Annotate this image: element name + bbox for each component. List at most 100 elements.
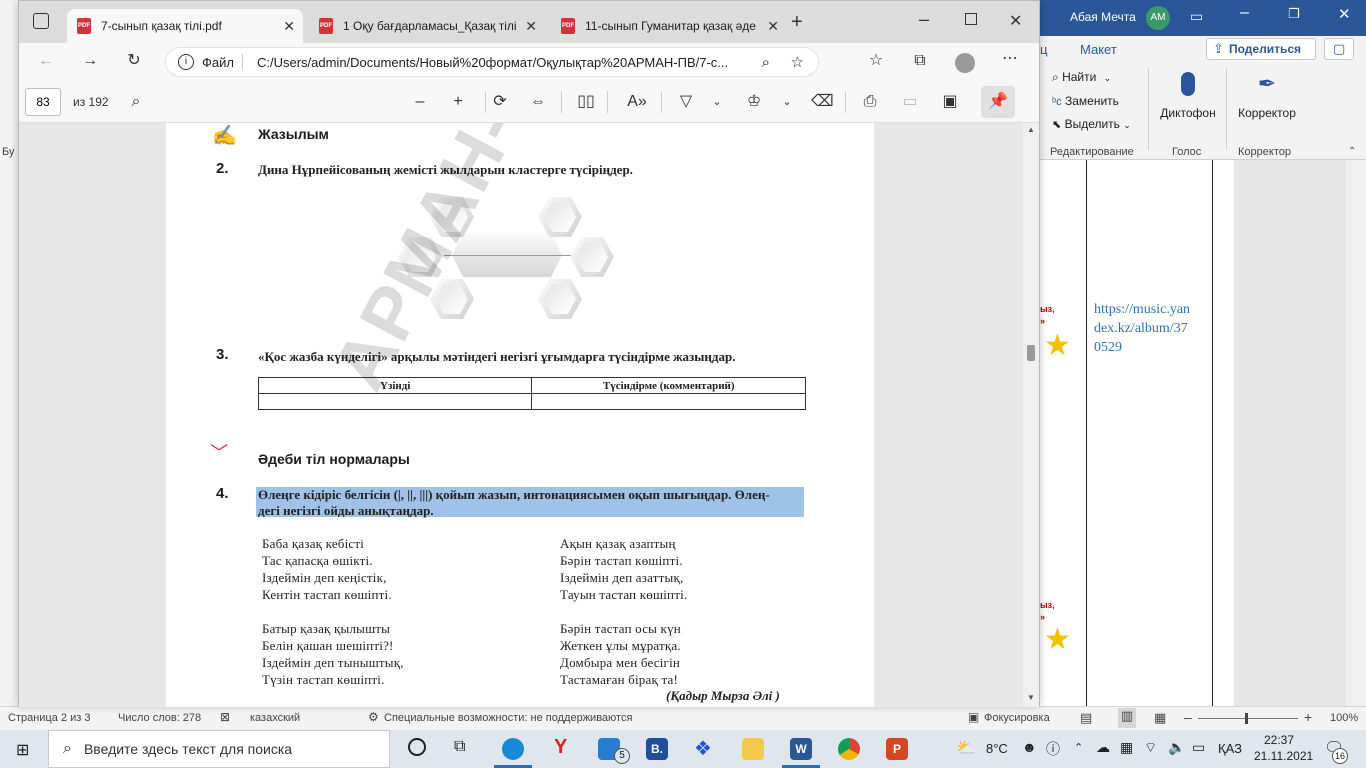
pin-toolbar-button[interactable]: 📌 bbox=[981, 86, 1015, 118]
cortana-icon[interactable] bbox=[408, 738, 426, 756]
new-tab-icon[interactable]: + bbox=[791, 11, 803, 34]
powerpoint-icon[interactable]: P bbox=[886, 738, 908, 760]
status-focus[interactable]: Фокусировка bbox=[984, 712, 1050, 724]
close-icon[interactable]: ✕ bbox=[525, 18, 537, 35]
status-language[interactable]: казахский bbox=[250, 712, 300, 724]
file-explorer-icon[interactable] bbox=[742, 738, 764, 760]
chevron-down-icon[interactable]: ⌄ bbox=[709, 92, 725, 112]
word-minimize-icon[interactable]: – bbox=[1240, 4, 1249, 22]
clock-time[interactable]: 22:37 bbox=[1264, 733, 1294, 747]
taskbar-search[interactable]: ⌕ Введите здесь текст для поиска bbox=[48, 730, 390, 768]
word-taskbar-icon[interactable]: W bbox=[790, 738, 812, 760]
windows-start-icon[interactable]: ⊞ bbox=[16, 740, 29, 760]
read-mode-icon[interactable]: ▤ bbox=[1080, 710, 1092, 726]
address-bar[interactable]: i Файл C:/Users/admin/Documents/Новый%20… bbox=[165, 47, 819, 77]
chrome-icon[interactable] bbox=[838, 738, 860, 760]
word-menu-layout[interactable]: Макет bbox=[1080, 42, 1117, 57]
tab-actions-icon[interactable] bbox=[33, 13, 49, 29]
zoom-slider[interactable] bbox=[1198, 718, 1298, 719]
web-layout-icon[interactable]: ▦ bbox=[1154, 710, 1166, 726]
address-url[interactable]: C:/Users/admin/Documents/Новый%20формат/… bbox=[257, 55, 728, 70]
close-icon[interactable]: ✕ bbox=[767, 18, 779, 35]
close-window-icon[interactable]: ✕ bbox=[1009, 11, 1022, 31]
word-doc-link[interactable]: https://music.yan dex.kz/album/37 0529 bbox=[1094, 300, 1210, 357]
tab-pdf-program[interactable]: PDF 1 Оқу бағдарламасы_Қазақ тілі ✕ bbox=[309, 9, 545, 43]
tab-pdf-11[interactable]: PDF 11-сынып Гуманитар қазақ әде ✕ bbox=[551, 9, 787, 43]
chevron-up-icon[interactable]: ⌃ bbox=[1348, 146, 1356, 157]
network-icon[interactable]: ▦ bbox=[1120, 739, 1133, 756]
zoom-in-icon[interactable]: + bbox=[447, 92, 469, 112]
proofing-icon[interactable]: ⊠ bbox=[220, 710, 230, 724]
volume-icon[interactable]: 🔈 bbox=[1168, 739, 1185, 756]
fit-width-icon[interactable]: ⇔ bbox=[527, 92, 549, 112]
print-layout-icon[interactable]: ▥ bbox=[1118, 708, 1136, 728]
help-icon[interactable]: ⓘ bbox=[1046, 739, 1060, 759]
bookmate-icon[interactable]: B. bbox=[646, 738, 668, 760]
search-icon[interactable]: ⌕ bbox=[125, 92, 147, 112]
question-text-line[interactable]: дегі негізгі ойды анықтаңдар. bbox=[258, 503, 434, 519]
page-number-input[interactable] bbox=[25, 88, 61, 116]
more-icon[interactable]: ⋯ bbox=[999, 49, 1021, 69]
word-find-button[interactable]: ⌕ Найти ⌄ bbox=[1052, 70, 1111, 85]
zoom-icon[interactable]: ⌕ bbox=[762, 54, 770, 71]
word-dictate-button[interactable]: Диктофон bbox=[1158, 68, 1218, 138]
word-restore-icon[interactable]: ❐ bbox=[1288, 6, 1300, 22]
clock-date[interactable]: 21.11.2021 bbox=[1254, 749, 1313, 763]
status-accessibility[interactable]: Специальные возможности: не поддерживают… bbox=[384, 712, 632, 724]
draw-icon[interactable]: ▽ bbox=[675, 92, 697, 112]
dropbox-icon[interactable]: ❖ bbox=[694, 736, 712, 761]
pdf-scrollbar[interactable]: ▲ ▼ bbox=[1023, 123, 1039, 707]
word-share-button[interactable]: ⇪ Поделиться bbox=[1206, 38, 1316, 60]
onedrive-icon[interactable]: ☁ bbox=[1096, 739, 1110, 756]
zoom-out-icon[interactable]: – bbox=[1184, 709, 1192, 725]
print-icon[interactable]: ⎙ bbox=[859, 92, 881, 112]
word-close-icon[interactable]: ✕ bbox=[1338, 5, 1351, 23]
show-hidden-icon[interactable]: ⌃ bbox=[1074, 741, 1083, 754]
input-language[interactable]: ҚАЗ bbox=[1218, 741, 1242, 756]
word-scrollbar[interactable] bbox=[1346, 160, 1366, 706]
save-icon[interactable]: ▭ bbox=[899, 92, 921, 112]
yandex-icon[interactable]: Y bbox=[554, 736, 567, 759]
page-view-icon[interactable]: ▯▯ bbox=[575, 92, 597, 112]
collections-icon[interactable]: ⧉ bbox=[909, 51, 931, 71]
back-icon[interactable]: ← bbox=[35, 51, 57, 71]
read-aloud-icon[interactable]: A» bbox=[625, 92, 649, 112]
zoom-out-icon[interactable]: – bbox=[409, 92, 431, 112]
zoom-in-icon[interactable]: + bbox=[1304, 709, 1312, 725]
info-icon[interactable]: i bbox=[178, 54, 194, 70]
status-page[interactable]: Страница 2 из 3 bbox=[8, 712, 90, 724]
word-corrector-button[interactable]: ✒ Корректор bbox=[1234, 68, 1300, 138]
wifi-icon[interactable]: ⌔ bbox=[1144, 739, 1157, 757]
eraser-icon[interactable]: ⌫ bbox=[811, 92, 834, 112]
chevron-down-icon[interactable]: ⌄ bbox=[779, 92, 795, 112]
scroll-down-icon[interactable]: ▼ bbox=[1027, 693, 1035, 702]
word-select-button[interactable]: ⬉ Выделить ⌄ bbox=[1052, 117, 1131, 131]
highlight-icon[interactable]: ♔ bbox=[743, 92, 765, 112]
word-user-avatar[interactable]: АМ bbox=[1146, 6, 1170, 30]
maximize-icon[interactable] bbox=[965, 13, 977, 25]
word-ribbon-display-icon[interactable]: ▭ bbox=[1190, 8, 1203, 25]
word-replace-button[interactable]: ᵇc Заменить bbox=[1052, 94, 1119, 108]
question-text-line[interactable]: Өлеңге кідіріс белгісін (|, ||, |||) қой… bbox=[258, 487, 770, 503]
status-words[interactable]: Число слов: 278 bbox=[118, 712, 201, 724]
close-icon[interactable]: ✕ bbox=[283, 18, 295, 35]
forward-icon[interactable]: → bbox=[79, 51, 101, 71]
battery-icon[interactable]: ▭ bbox=[1192, 739, 1205, 756]
scroll-up-icon[interactable]: ▲ bbox=[1027, 125, 1035, 134]
word-comments-button[interactable]: ▢ bbox=[1324, 38, 1354, 60]
edge-taskbar-icon[interactable] bbox=[502, 738, 524, 760]
tab-pdf-7[interactable]: PDF 7-сынып қазақ тілі.pdf ✕ bbox=[67, 9, 303, 43]
add-favorite-icon[interactable]: ☆ bbox=[791, 53, 804, 71]
rotate-icon[interactable]: ⟳ bbox=[489, 92, 511, 112]
minimize-icon[interactable]: – bbox=[919, 9, 929, 30]
temperature[interactable]: 8°C bbox=[986, 741, 1008, 756]
task-view-icon[interactable]: ⧉ bbox=[454, 738, 465, 756]
word-menu-fragment[interactable]: ц bbox=[1040, 42, 1047, 57]
people-icon[interactable]: ☻ bbox=[1022, 739, 1037, 755]
refresh-icon[interactable]: ↻ bbox=[123, 51, 145, 71]
zoom-slider-thumb[interactable] bbox=[1245, 713, 1248, 724]
status-zoom[interactable]: 100% bbox=[1330, 712, 1358, 724]
scrollbar-thumb[interactable] bbox=[1027, 345, 1035, 361]
profile-avatar[interactable] bbox=[955, 53, 975, 73]
favorites-icon[interactable]: ☆ bbox=[865, 51, 887, 71]
